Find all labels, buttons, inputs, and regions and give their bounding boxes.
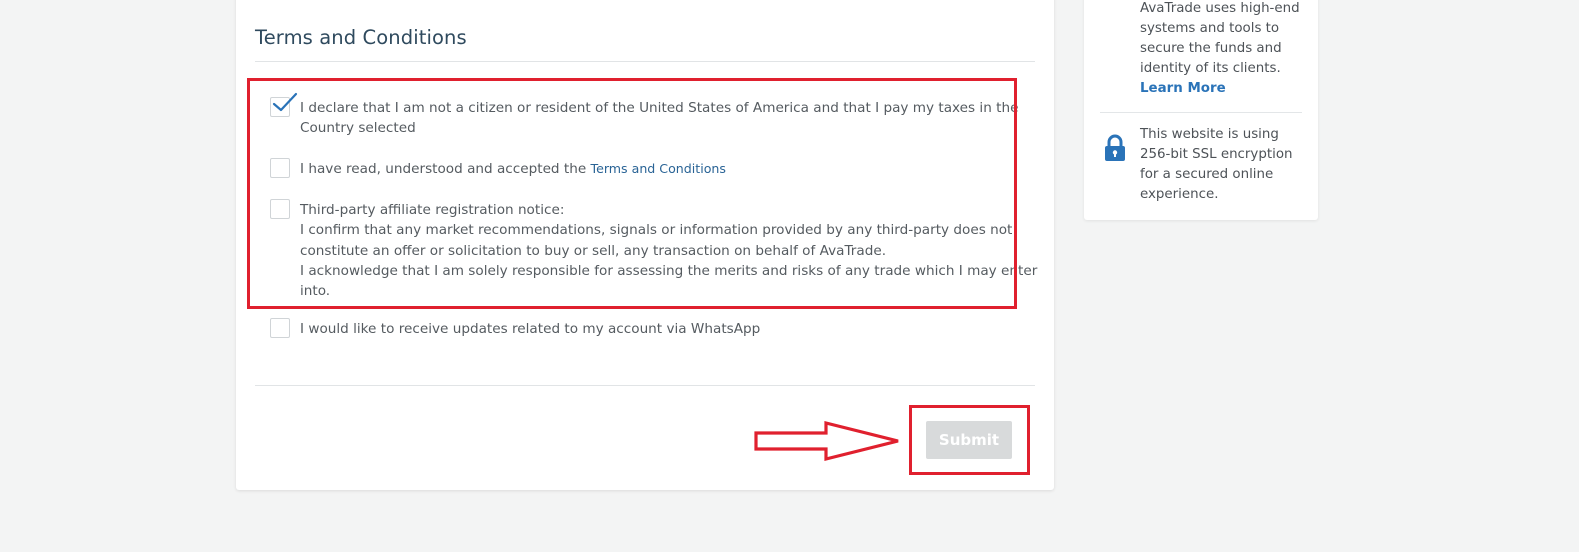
learn-more-link[interactable]: Learn More bbox=[1140, 79, 1305, 99]
whatsapp-checkbox[interactable] bbox=[270, 318, 290, 338]
section-title: Terms and Conditions bbox=[255, 26, 467, 49]
security-info-text: AvaTrade uses high-end systems and tools… bbox=[1140, 0, 1305, 99]
highlight-annotation-box bbox=[247, 78, 1017, 309]
submit-highlight-annotation-box bbox=[909, 405, 1030, 475]
security-info-line: secure the funds and bbox=[1140, 41, 1282, 57]
ssl-info-line: This website is using bbox=[1140, 127, 1279, 142]
security-info-line: AvaTrade uses high-end bbox=[1140, 1, 1300, 16]
ssl-info-line: 256-bit SSL encryption bbox=[1140, 147, 1293, 163]
ssl-info-text: This website is using 256-bit SSL encryp… bbox=[1140, 125, 1305, 205]
ssl-info-line: experience. bbox=[1140, 187, 1219, 203]
section-divider bbox=[255, 61, 1035, 62]
ssl-info-line: for a secured online bbox=[1140, 167, 1274, 183]
footer-divider bbox=[255, 385, 1035, 386]
checkbox-label-line: I would like to receive updates related … bbox=[300, 321, 761, 337]
security-info-line: systems and tools to bbox=[1140, 21, 1280, 37]
security-info-line: identity of its clients. bbox=[1140, 61, 1281, 77]
lock-icon bbox=[1105, 134, 1125, 161]
whatsapp-updates-text: I would like to receive updates related … bbox=[300, 319, 1000, 339]
sidebar-divider bbox=[1100, 112, 1302, 113]
arrow-right-annotation-icon bbox=[754, 420, 899, 462]
